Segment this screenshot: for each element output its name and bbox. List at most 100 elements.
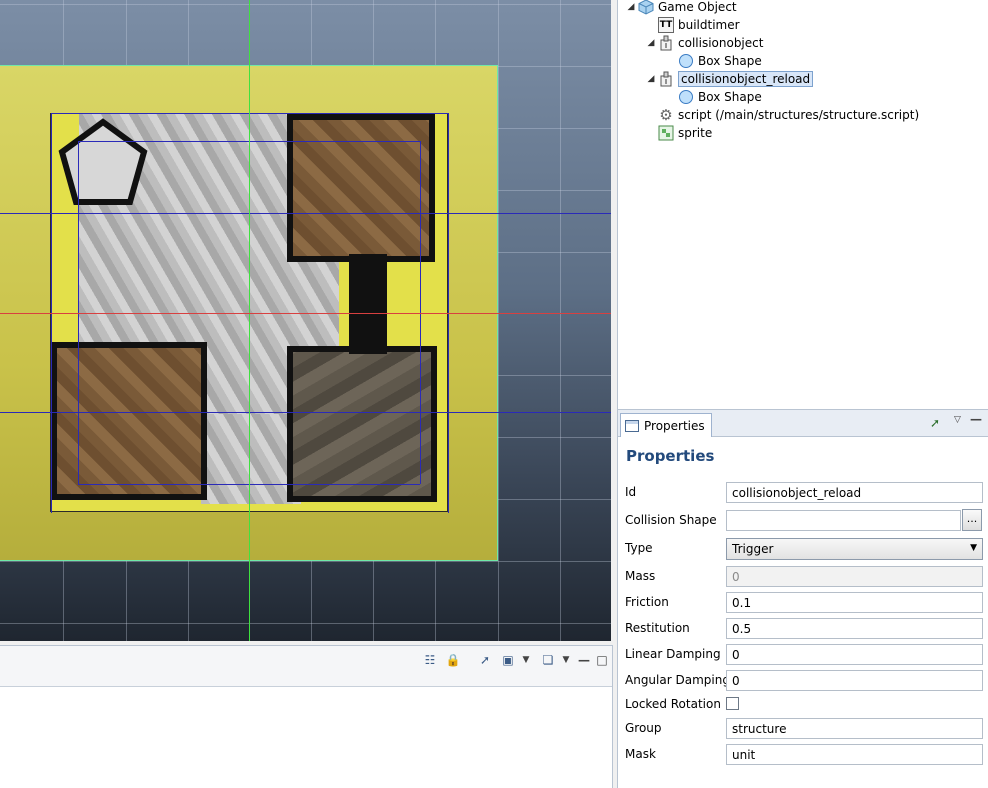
prop-row-type: Type Trigger ▼: [618, 538, 988, 560]
prop-label: Locked Rotation: [625, 697, 721, 711]
tile-border: [349, 254, 387, 354]
x-axis-line: [0, 313, 611, 314]
collision-object-icon: [658, 35, 674, 51]
tree-item-collisionobject[interactable]: ◢ collisionobject: [646, 34, 763, 52]
browse-button[interactable]: ...: [962, 509, 982, 531]
pin-icon[interactable]: ➚: [930, 416, 940, 430]
tree-item-collisionobject-reload[interactable]: ◢ collisionobject_reload: [646, 70, 814, 88]
circle-shape-icon: [678, 53, 694, 69]
sprite-icon: [658, 125, 674, 141]
tree-item-script[interactable]: ⚙ script (/main/structures/structure.scr…: [656, 106, 919, 124]
tab-properties[interactable]: Properties: [620, 413, 712, 437]
view-menu-icon[interactable]: ▽: [954, 415, 961, 425]
tree-item-label: collisionobject: [678, 36, 764, 50]
mask-field[interactable]: unit: [726, 744, 983, 765]
pin-icon[interactable]: ➚: [477, 652, 493, 668]
prop-label: Mass: [625, 569, 656, 583]
angular-damping-field[interactable]: 0: [726, 670, 983, 691]
text-icon: TT: [658, 17, 674, 33]
id-field[interactable]: collisionobject_reload: [726, 482, 983, 503]
outline-panel: ◢ Game Object TT buildtimer ◢ collisiono…: [617, 0, 988, 410]
gear-icon: ⚙: [659, 106, 673, 124]
prop-label: Group: [625, 721, 662, 735]
shape-outline: [0, 213, 611, 214]
locked-rotation-checkbox[interactable]: [726, 697, 739, 710]
prop-row-collision-shape: Collision Shape ...: [618, 509, 988, 532]
tree-item-label: Game Object: [658, 0, 737, 14]
tree-item-label: Box Shape: [698, 54, 762, 68]
linear-damping-field[interactable]: 0: [726, 644, 983, 665]
tree-item-label: sprite: [678, 126, 713, 140]
pentagon-stone: [58, 118, 148, 205]
collision-shape-field[interactable]: [726, 510, 961, 531]
prop-label: Angular Damping: [625, 673, 730, 687]
console-toolbar: ☷ 🔒 ➚ ▣ ▼ ❏ ▼ — □: [0, 646, 612, 687]
prop-row-angular-damping: Angular Damping 0: [618, 670, 988, 692]
prop-label: Linear Damping: [625, 647, 721, 661]
chevron-down-icon[interactable]: ▼: [518, 652, 534, 668]
tree-item-box-shape[interactable]: Box Shape: [676, 88, 762, 106]
properties-icon: [625, 419, 639, 432]
prop-label: Mask: [625, 747, 656, 761]
display-console-icon[interactable]: ▣: [500, 652, 516, 668]
prop-label: Collision Shape: [625, 513, 717, 527]
grid-line: [560, 0, 561, 641]
prop-row-id: Id collisionobject_reload: [618, 482, 988, 504]
chevron-down-icon[interactable]: ▼: [558, 652, 574, 668]
expand-arrow-icon[interactable]: ◢: [646, 38, 656, 48]
expand-arrow-icon[interactable]: ◢: [626, 2, 636, 12]
prop-label: Id: [625, 485, 637, 499]
mass-field: 0: [726, 566, 983, 587]
prop-row-mass: Mass 0: [618, 566, 988, 588]
prop-row-group: Group structure: [618, 718, 988, 740]
dark-tile: [287, 346, 437, 502]
tree-item-buildtimer[interactable]: TT buildtimer: [646, 16, 740, 34]
tab-label: Properties: [644, 418, 705, 433]
stone-path: [201, 414, 301, 504]
type-select-value: Trigger: [732, 542, 774, 556]
prop-label: Friction: [625, 595, 669, 609]
page-title: Properties: [626, 447, 715, 465]
grid-line: [498, 0, 499, 641]
console-panel: ☷ 🔒 ➚ ▣ ▼ ❏ ▼ — □: [0, 645, 613, 788]
friction-field[interactable]: 0.1: [726, 592, 983, 613]
shape-outline: [0, 412, 611, 413]
group-field[interactable]: structure: [726, 718, 983, 739]
prop-row-friction: Friction 0.1: [618, 592, 988, 614]
brown-tile: [51, 342, 207, 500]
grid-line: [0, 623, 611, 624]
restitution-field[interactable]: 0.5: [726, 618, 983, 639]
chevron-down-icon: ▼: [970, 543, 977, 553]
tree-item-game-object[interactable]: ◢ Game Object: [626, 0, 737, 16]
prop-row-locked-rotation: Locked Rotation: [618, 694, 988, 716]
open-console-icon[interactable]: ❏: [540, 652, 556, 668]
tree-item-label: Box Shape: [698, 90, 762, 104]
tree-item-box-shape[interactable]: Box Shape: [676, 52, 762, 70]
maximize-icon[interactable]: □: [594, 652, 610, 668]
grid-line: [0, 4, 611, 5]
minimize-icon[interactable]: —: [970, 412, 982, 426]
brown-tile: [287, 114, 435, 262]
collision-object-icon: [658, 71, 674, 87]
clear-console-icon[interactable]: ☷: [422, 652, 438, 668]
prop-label: Restitution: [625, 621, 690, 635]
grid-line: [0, 561, 611, 562]
cube-icon: [638, 0, 654, 15]
type-select[interactable]: Trigger ▼: [726, 538, 983, 560]
circle-shape-icon: [678, 89, 694, 105]
prop-row-restitution: Restitution 0.5: [618, 618, 988, 640]
prop-label: Type: [625, 541, 653, 555]
expand-arrow-icon[interactable]: ◢: [646, 74, 656, 84]
tree-item-sprite[interactable]: sprite: [656, 124, 712, 142]
scene-viewport[interactable]: [0, 0, 611, 641]
tree-item-label: buildtimer: [678, 18, 740, 32]
properties-tabbar: Properties ➚ ▽ —: [618, 410, 988, 437]
properties-panel: Properties ➚ ▽ — Properties Id collision…: [617, 410, 988, 788]
tree-item-label: collisionobject_reload: [678, 71, 814, 87]
minimize-icon[interactable]: —: [576, 652, 592, 668]
tree-item-label: script (/main/structures/structure.scrip…: [678, 108, 920, 122]
scroll-lock-icon[interactable]: 🔒: [445, 652, 461, 668]
y-axis-line: [249, 0, 250, 641]
prop-row-mask: Mask unit: [618, 744, 988, 766]
prop-row-linear-damping: Linear Damping 0: [618, 644, 988, 666]
